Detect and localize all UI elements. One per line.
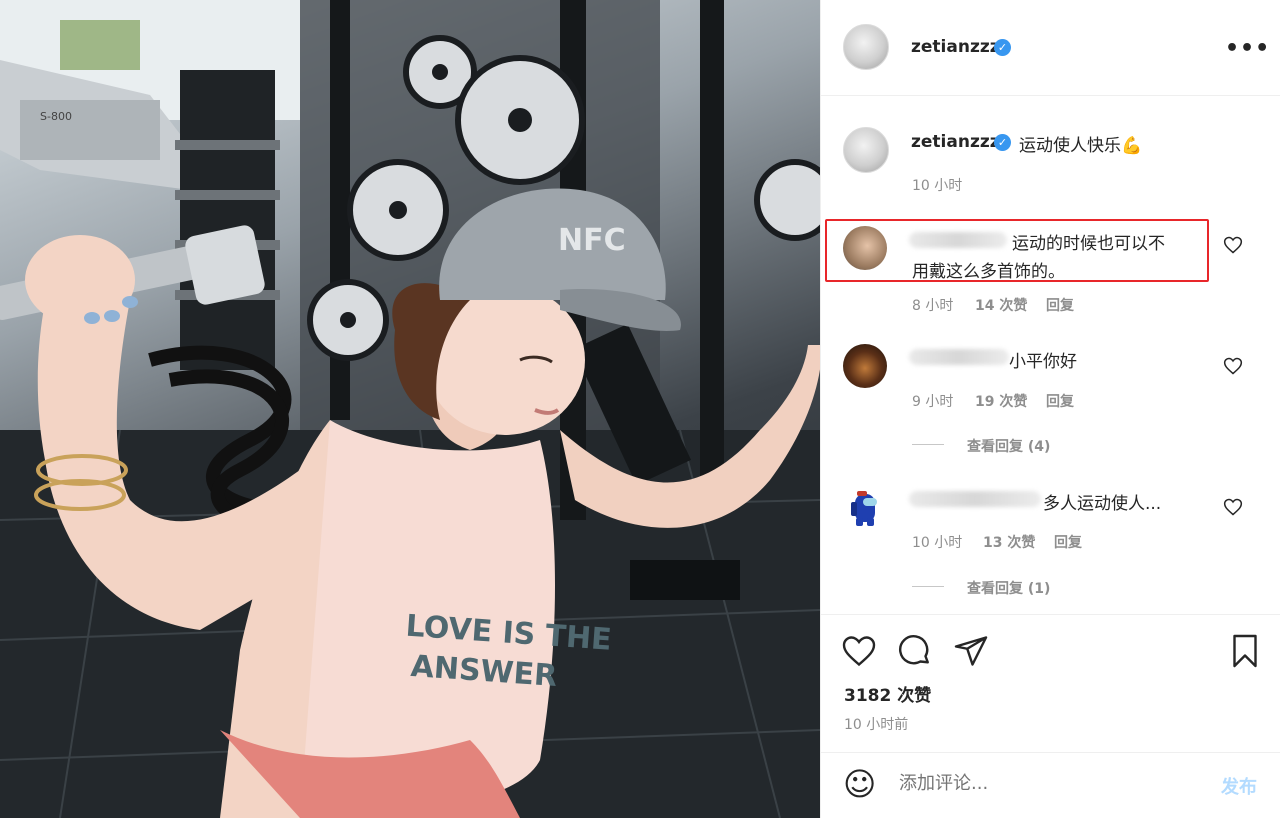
comment-1-likes[interactable]: 14 次赞 xyxy=(975,295,1027,315)
comment-1-text-line2: 用戴这么多首饰的。 xyxy=(912,262,1065,282)
comment-2-reply[interactable]: 回复 xyxy=(1046,391,1074,411)
comment-2-avatar[interactable] xyxy=(843,344,887,388)
add-comment-bar: ☺ 发布 xyxy=(821,752,1280,818)
comment-1-like-heart-icon[interactable] xyxy=(1223,235,1243,255)
post-photo[interactable]: S-800 LOVE IS THE ANSWER NFC xyxy=(0,0,820,818)
comment-bubble-icon[interactable] xyxy=(897,633,933,669)
verified-icon: ✓ xyxy=(994,39,1011,56)
comment-3-view-replies[interactable]: 查看回复 (1) xyxy=(967,578,1050,598)
more-options-icon[interactable]: ••• xyxy=(1225,36,1270,61)
caption-text: 运动使人快乐💪 xyxy=(1019,136,1143,156)
post-time-ago[interactable]: 10 小时前 xyxy=(844,714,908,734)
comment-3-avatar[interactable] xyxy=(843,486,887,530)
among-us-avatar-icon xyxy=(851,491,877,526)
comment-3-likes[interactable]: 13 次赞 xyxy=(983,532,1035,552)
comment-2-like-heart-icon[interactable] xyxy=(1223,356,1243,376)
comment-1-username-blurred[interactable] xyxy=(909,232,1007,248)
comment-1-avatar[interactable] xyxy=(843,226,887,270)
photo-illustration: S-800 LOVE IS THE ANSWER NFC xyxy=(0,0,820,818)
owner-username[interactable]: zetianzzz xyxy=(911,37,1000,57)
comment-2-time[interactable]: 9 小时 xyxy=(912,391,953,411)
post-comment-button[interactable]: 发布 xyxy=(1221,773,1257,799)
owner-avatar[interactable] xyxy=(843,24,889,70)
comment-1-time[interactable]: 8 小时 xyxy=(912,295,953,315)
emoji-picker-icon[interactable]: ☺ xyxy=(843,767,876,801)
comment-input[interactable] xyxy=(899,773,1179,794)
treadmill-label: S-800 xyxy=(40,110,72,123)
like-heart-icon[interactable] xyxy=(841,633,877,669)
cap-text: NFC xyxy=(558,223,626,258)
caption-time[interactable]: 10 小时 xyxy=(912,175,962,195)
comment-3-username-blurred[interactable] xyxy=(909,491,1041,507)
caption-username[interactable]: zetianzzz xyxy=(911,132,1000,152)
comment-3-time[interactable]: 10 小时 xyxy=(912,532,962,552)
comment-1-text-line1: 运动的时候也可以不 xyxy=(1012,234,1165,254)
caption-verified-icon: ✓ xyxy=(994,134,1011,151)
comment-2-replies-divider xyxy=(912,444,944,445)
post-actions: 3182 次赞 10 小时前 xyxy=(821,614,1280,764)
comment-3-reply[interactable]: 回复 xyxy=(1054,532,1082,552)
caption-owner-avatar[interactable] xyxy=(843,127,889,173)
likes-count[interactable]: 3182 次赞 xyxy=(844,681,931,706)
share-paper-plane-icon[interactable] xyxy=(953,633,989,669)
post-header: zetianzzz ✓ ••• xyxy=(821,0,1280,96)
comment-2-text: 小平你好 xyxy=(1009,352,1077,372)
instagram-post-window: S-800 LOVE IS THE ANSWER NFC zetianzzz ✓… xyxy=(0,0,1280,818)
comment-2-view-replies[interactable]: 查看回复 (4) xyxy=(967,436,1050,456)
comment-1-reply[interactable]: 回复 xyxy=(1046,295,1074,315)
comment-2-username-blurred[interactable] xyxy=(909,349,1009,365)
comment-3-like-heart-icon[interactable] xyxy=(1223,497,1243,517)
comment-2-likes[interactable]: 19 次赞 xyxy=(975,391,1027,411)
post-details-panel: zetianzzz ✓ ••• zetianzzz ✓ 运动使人快乐💪 10 小… xyxy=(820,0,1280,818)
save-bookmark-icon[interactable] xyxy=(1227,633,1263,669)
comment-3-text: 多人运动使人... xyxy=(1043,494,1162,514)
comment-3-replies-divider xyxy=(912,586,944,587)
